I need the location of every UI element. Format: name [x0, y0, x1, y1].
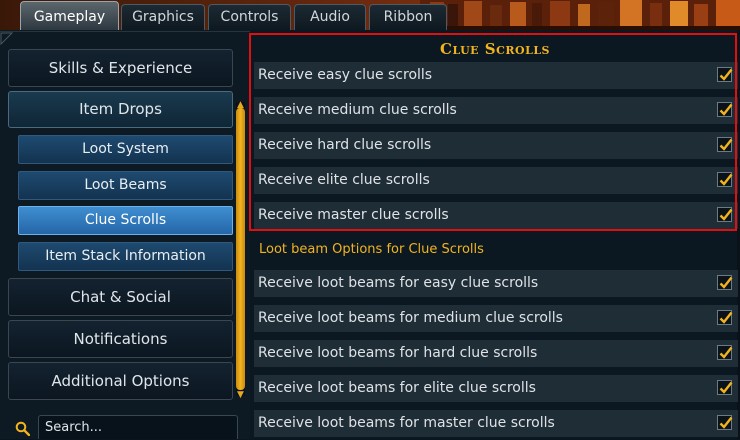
option-row-loot-beam-hard[interactable]: Receive loot beams for hard clue scrolls	[254, 340, 738, 367]
option-label: Receive loot beams for easy clue scrolls	[258, 275, 539, 291]
background-bookshelf-image	[420, 0, 740, 30]
option-row-medium-clue[interactable]: Receive medium clue scrolls	[254, 97, 738, 124]
sidebar-item-chat-social[interactable]: Chat & Social	[8, 278, 233, 316]
option-label: Receive medium clue scrolls	[258, 102, 457, 118]
section-title: Clue Scrolls	[440, 40, 550, 58]
sidebar-item-additional-options[interactable]: Additional Options	[8, 362, 233, 400]
option-label: Receive loot beams for elite clue scroll…	[258, 380, 536, 396]
tab-controls[interactable]: Controls	[208, 4, 291, 30]
checkbox[interactable]	[717, 102, 733, 117]
checkmark-icon	[719, 68, 733, 81]
checkbox[interactable]	[717, 137, 733, 152]
loot-beam-heading: Loot beam Options for Clue Scrolls	[259, 242, 484, 257]
option-row-loot-beam-master[interactable]: Receive loot beams for master clue scrol…	[254, 410, 738, 437]
sidebar-item-notifications[interactable]: Notifications	[8, 320, 233, 358]
option-label: Receive easy clue scrolls	[258, 67, 433, 83]
checkmark-icon	[719, 138, 733, 151]
tab-ribbon[interactable]: Ribbon	[369, 4, 447, 30]
sidebar-scrollbar-thumb[interactable]	[236, 108, 245, 390]
checkbox[interactable]	[717, 310, 733, 325]
checkbox[interactable]	[717, 67, 733, 82]
sidebar-item-skills-experience[interactable]: Skills & Experience	[8, 49, 233, 87]
sidebar-subitem-clue-scrolls[interactable]: Clue Scrolls	[18, 206, 233, 235]
checkbox[interactable]	[717, 380, 733, 395]
option-row-elite-clue[interactable]: Receive elite clue scrolls	[254, 167, 738, 194]
sidebar-subitem-loot-system[interactable]: Loot System	[18, 135, 233, 164]
tab-graphics[interactable]: Graphics	[121, 4, 205, 30]
sidebar-subitem-item-stack-information[interactable]: Item Stack Information	[18, 242, 233, 271]
option-row-hard-clue[interactable]: Receive hard clue scrolls	[254, 132, 738, 159]
option-label: Receive loot beams for medium clue scrol…	[258, 310, 563, 326]
option-row-loot-beam-easy[interactable]: Receive loot beams for easy clue scrolls	[254, 270, 738, 297]
checkmark-icon	[719, 103, 733, 116]
checkmark-icon	[719, 346, 733, 359]
scroll-down-arrow-icon[interactable]: ▼	[235, 390, 246, 400]
checkmark-icon	[719, 173, 733, 186]
search-input[interactable]: Search...	[38, 415, 238, 439]
divider	[0, 31, 250, 32]
option-row-easy-clue[interactable]: Receive easy clue scrolls	[254, 62, 738, 89]
option-label: Receive loot beams for hard clue scrolls	[258, 345, 538, 361]
tab-audio[interactable]: Audio	[294, 4, 366, 30]
checkmark-icon	[719, 208, 733, 221]
option-row-loot-beam-elite[interactable]: Receive loot beams for elite clue scroll…	[254, 375, 738, 402]
option-label: Receive hard clue scrolls	[258, 137, 432, 153]
sidebar-item-item-drops[interactable]: Item Drops	[8, 91, 233, 128]
option-label: Receive loot beams for master clue scrol…	[258, 415, 555, 431]
option-row-master-clue[interactable]: Receive master clue scrolls	[254, 202, 738, 229]
option-label: Receive master clue scrolls	[258, 207, 449, 223]
checkmark-icon	[719, 276, 733, 289]
search-icon	[15, 421, 30, 436]
option-row-loot-beam-medium[interactable]: Receive loot beams for medium clue scrol…	[254, 305, 738, 332]
option-label: Receive elite clue scrolls	[258, 172, 430, 188]
checkmark-icon	[719, 416, 733, 429]
checkbox[interactable]	[717, 415, 733, 430]
panel-corner-ornament-icon	[0, 32, 14, 46]
tab-gameplay[interactable]: Gameplay	[20, 1, 119, 31]
checkmark-icon	[719, 311, 733, 324]
checkbox[interactable]	[717, 207, 733, 222]
checkbox[interactable]	[717, 172, 733, 187]
checkmark-icon	[719, 381, 733, 394]
checkbox[interactable]	[717, 345, 733, 360]
checkbox[interactable]	[717, 275, 733, 290]
sidebar-subitem-loot-beams[interactable]: Loot Beams	[18, 171, 233, 200]
